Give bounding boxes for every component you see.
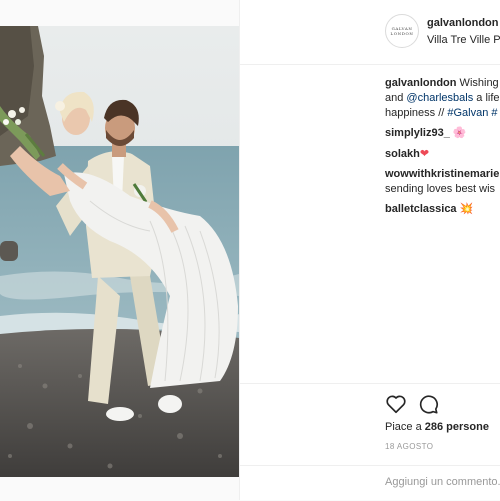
mention-link[interactable]: @charlesbals <box>406 92 473 104</box>
flower-emoji-icon: 🌸 <box>452 127 467 139</box>
caption-username-link[interactable]: galvanlondon <box>385 77 457 89</box>
caption: galvanlondon Wishing and @charlesbals a … <box>385 76 500 121</box>
caption-text-line2-suffix: a life <box>473 92 500 104</box>
caption-text-line2-prefix: and <box>385 92 407 104</box>
hashtag-link[interactable]: #Galvan # <box>447 107 497 119</box>
caption-text-line1: Wishing <box>456 77 499 89</box>
post-actions: Piace a 286 persone 18 AGOSTO <box>240 383 500 466</box>
caption-text-line3-prefix: happiness // <box>385 107 448 119</box>
post-side-panel: GALVAN LONDON galvanlondon Villa Tre Vil… <box>239 0 500 500</box>
add-comment-input[interactable] <box>385 476 500 488</box>
heart-icon[interactable] <box>385 393 407 415</box>
post-header: GALVAN LONDON galvanlondon Villa Tre Vil… <box>240 0 500 65</box>
header-username-link[interactable]: galvanlondon <box>427 17 499 29</box>
collision-emoji-icon: 💥 <box>459 203 474 215</box>
comment-username-link[interactable]: balletclassica <box>385 203 457 215</box>
comment-text: sending loves best wis <box>385 183 496 195</box>
comment-bubble-icon[interactable] <box>417 393 439 415</box>
likes-number[interactable]: 286 persone <box>425 421 489 433</box>
instagram-post: GALVAN LONDON galvanlondon Villa Tre Vil… <box>0 0 500 500</box>
comment-item: wowwithkristinemarie sending loves best … <box>385 167 499 197</box>
wedding-photo-illustration <box>0 26 239 477</box>
avatar[interactable]: GALVAN LONDON <box>385 14 419 48</box>
comment-username-link[interactable]: solakh <box>385 148 420 160</box>
post-date[interactable]: 18 AGOSTO <box>385 442 433 451</box>
comment-username-link[interactable]: simplyliz93_ <box>385 127 450 139</box>
comment-item: simplyliz93_ 🌸 <box>385 126 467 141</box>
heart-emoji-icon: ❤ <box>419 148 430 160</box>
comment-item: balletclassica 💥 <box>385 202 473 217</box>
location-link[interactable]: Villa Tre Ville P <box>427 34 500 46</box>
comment-item: solakh❤ <box>385 147 429 162</box>
add-comment-bar <box>240 465 500 501</box>
avatar-logo-text: GALVAN LONDON <box>390 26 414 36</box>
post-photo[interactable] <box>0 26 239 477</box>
comment-username-link[interactable]: wowwithkristinemarie <box>385 168 499 180</box>
likes-count[interactable]: Piace a 286 persone <box>385 421 489 433</box>
likes-prefix: Piace a <box>385 421 425 433</box>
